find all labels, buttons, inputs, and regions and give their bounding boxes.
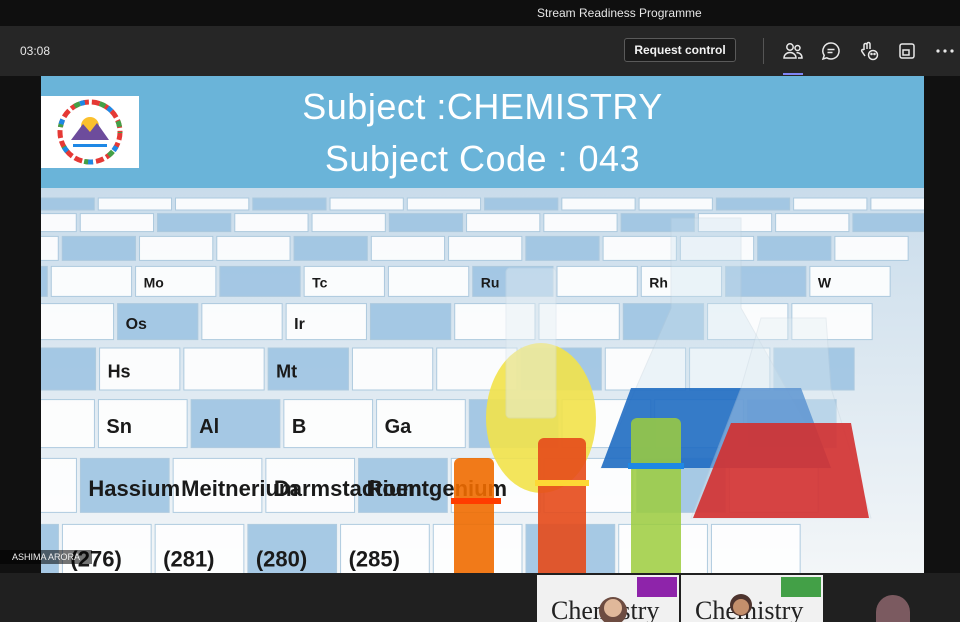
periodic-cell-label: Ru [481, 274, 500, 290]
presenter-name-tag: ASHIMA ARORA [0, 550, 93, 564]
periodic-cell [370, 235, 446, 261]
periodic-cell [638, 197, 713, 211]
periodic-cell [406, 197, 482, 211]
meeting-control-bar: 03:08 Request control [0, 26, 960, 76]
periodic-cell [41, 235, 59, 261]
people-icon[interactable] [781, 39, 805, 75]
periodic-cell [183, 347, 265, 391]
periodic-cell-label: Mt [276, 361, 297, 381]
periodic-cell-label: Tc [312, 274, 328, 290]
periodic-cell [97, 197, 173, 211]
periodic-cell [252, 197, 327, 211]
periodic-cell [715, 197, 791, 211]
periodic-cell [602, 235, 677, 261]
window-title: Stream Readiness Programme [537, 6, 702, 20]
shared-screen-stage: Subject :CHEMISTRY Subject Code : 043 Nb… [0, 76, 960, 573]
periodic-cell [41, 197, 95, 211]
periodic-cell [157, 213, 232, 233]
periodic-cell [775, 213, 850, 233]
periodic-cell-label: (285) [349, 546, 400, 571]
periodic-cell [201, 303, 283, 341]
periodic-cell-label: Hassium [88, 476, 180, 501]
periodic-cell [793, 197, 868, 211]
periodic-cell [710, 523, 801, 573]
periodic-cell [79, 213, 155, 233]
periodic-cell [41, 457, 77, 513]
periodic-cell [175, 197, 250, 211]
periodic-cell-label: W [818, 274, 832, 290]
periodic-cell-label: (281) [163, 546, 214, 571]
periodic-cell [216, 235, 291, 261]
participant-avatar[interactable] [876, 595, 910, 622]
chemistry-photo: NbMoTcRuRhWReOsIrPtHsMtDsRgSnAlBGaTinUut… [41, 188, 924, 573]
periodic-cell [834, 235, 909, 261]
toolbar-divider [763, 38, 764, 64]
slide-header: Subject :CHEMISTRY Subject Code : 043 [41, 76, 924, 188]
meeting-timer: 03:08 [20, 44, 51, 58]
periodic-cell [219, 265, 301, 297]
periodic-cell-label: Ga [385, 416, 413, 438]
periodic-cell [466, 213, 541, 233]
participant-video-2[interactable]: Chemistry [681, 575, 823, 622]
participant-video-1[interactable]: Chemistry [537, 575, 679, 622]
periodic-cell-label: Sn [106, 416, 132, 438]
periodic-cell [234, 213, 309, 233]
periodic-cell [41, 265, 48, 297]
request-control-button[interactable]: Request control [624, 38, 736, 62]
share-icon[interactable] [895, 39, 919, 63]
periodic-cell-label: Ir [294, 316, 305, 333]
periodic-cell-label: B [292, 416, 306, 438]
periodic-cell [369, 303, 452, 341]
periodic-cell [311, 213, 386, 233]
periodic-cell [556, 265, 638, 297]
periodic-cell [448, 235, 523, 261]
chat-icon[interactable] [819, 39, 843, 63]
periodic-cell [293, 235, 368, 261]
periodic-cell-label: Hs [108, 361, 131, 381]
periodic-cell [484, 197, 559, 211]
periodic-cell [41, 303, 115, 341]
periodic-cell [757, 235, 832, 261]
periodic-cell [543, 213, 618, 233]
slide-title-subject: Subject :CHEMISTRY [302, 86, 663, 127]
periodic-cell-label: (280) [256, 546, 307, 571]
periodic-cell [139, 235, 214, 261]
periodic-cell-label: Mo [144, 274, 164, 290]
periodic-cell-label: Os [126, 316, 147, 333]
periodic-cell [525, 235, 600, 261]
more-options-icon[interactable] [933, 39, 957, 63]
periodic-cell [41, 399, 95, 449]
periodic-cell [41, 523, 59, 573]
periodic-cell [870, 197, 924, 211]
presentation-slide: Subject :CHEMISTRY Subject Code : 043 Nb… [41, 76, 924, 573]
periodic-cell [388, 213, 464, 233]
periodic-cell [41, 347, 97, 391]
window-title-bar: Stream Readiness Programme [0, 0, 960, 26]
slide-title-code: Subject Code : 043 [324, 138, 641, 179]
periodic-cell [41, 213, 77, 233]
periodic-cell [351, 347, 434, 391]
participant-strip: Chemistry Chemistry [0, 573, 960, 622]
periodic-cell [561, 197, 636, 211]
periodic-cell-label: Rh [649, 274, 668, 290]
reactions-icon[interactable] [857, 39, 881, 63]
periodic-cell [387, 265, 470, 297]
periodic-cell [329, 197, 404, 211]
periodic-cell [61, 235, 137, 261]
periodic-cell [852, 213, 924, 233]
periodic-cell-label: Al [199, 416, 219, 438]
periodic-cell [50, 265, 133, 297]
